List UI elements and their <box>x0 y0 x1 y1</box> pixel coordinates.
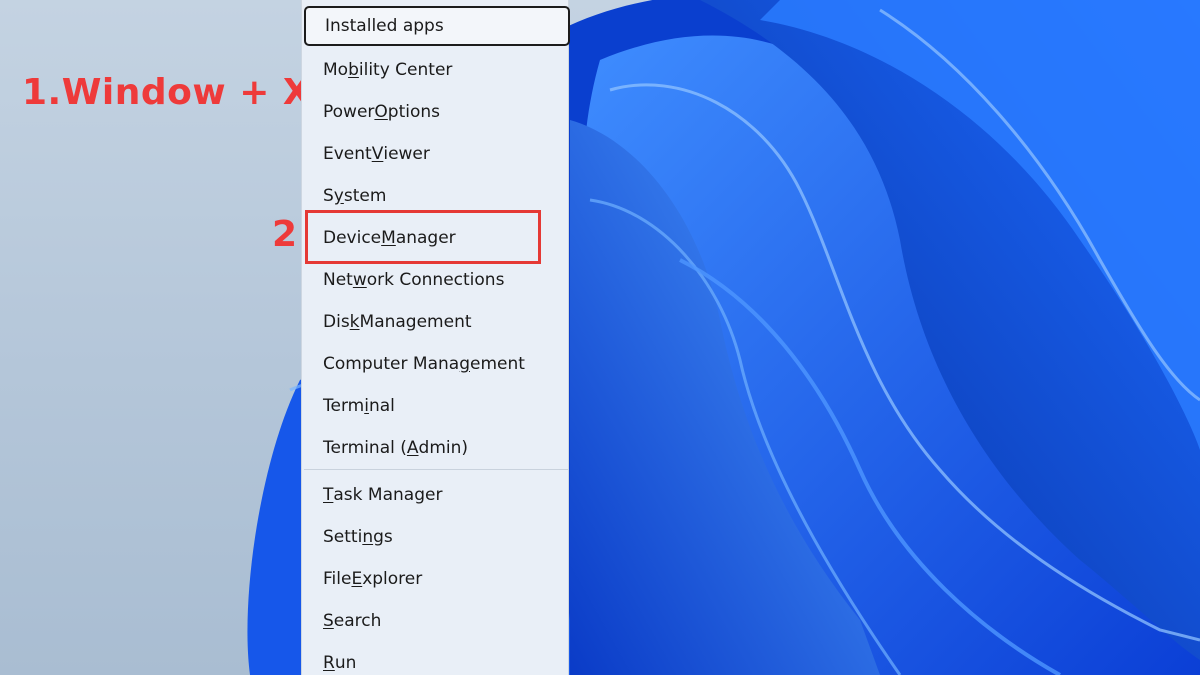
label-accelerator: b <box>348 60 359 80</box>
label-post: stem <box>343 186 387 206</box>
label-post: Management <box>359 312 472 332</box>
label-accelerator: E <box>351 569 363 589</box>
label-post: iewer <box>383 144 430 164</box>
label-accelerator: R <box>323 653 335 673</box>
label-pre: Term <box>323 396 365 416</box>
menu-item-file-explorer[interactable]: File Explorer <box>304 558 568 600</box>
label-pre: Event <box>323 144 372 164</box>
menu-item-event-viewer[interactable]: Event Viewer <box>304 133 568 175</box>
menu-separator <box>304 469 568 470</box>
label-pre: S <box>323 186 334 206</box>
label-post: gs <box>373 527 393 547</box>
menu-item-disk-management[interactable]: Dis k Management <box>304 301 568 343</box>
label-post: un <box>334 653 357 673</box>
step1-annotation: 1.Window + X <box>22 72 312 113</box>
label-accelerator: n <box>362 527 374 547</box>
label-pre: Computer Mana <box>323 354 460 374</box>
label-post: ility Center <box>358 60 453 80</box>
label-post: ptions <box>387 102 441 122</box>
device-manager-highlight <box>305 210 541 264</box>
label-pre: File <box>323 569 352 589</box>
menu-item-label: Installed apps <box>325 16 444 36</box>
label-post: ement <box>470 354 525 374</box>
label-accelerator: T <box>323 485 334 505</box>
menu-item-installed-apps[interactable]: Installed apps <box>304 6 570 46</box>
menu-item-mobility-center[interactable]: Mo b ility Center <box>304 49 568 91</box>
label-accelerator: w <box>352 270 367 290</box>
label-pre: Power <box>323 102 375 122</box>
power-user-menu: Installed apps Mo b ility Center Power Opt… <box>301 0 570 675</box>
menu-item-search[interactable]: Search <box>304 600 568 642</box>
label-pre: Dis <box>323 312 350 332</box>
label-pre: Net <box>323 270 353 290</box>
label-post: ork Connections <box>366 270 505 290</box>
menu-item-settings[interactable]: Setti n gs <box>304 516 568 558</box>
label-accelerator: k <box>349 312 360 332</box>
menu-item-power-options[interactable]: Power Options <box>304 91 568 133</box>
label-post: nal <box>368 396 395 416</box>
menu-item-terminal-admin[interactable]: Terminal (Admin) <box>304 427 568 469</box>
label-post: xplorer <box>362 569 423 589</box>
label-accelerator: g <box>459 354 470 374</box>
step2-annotation: 2 <box>272 214 298 255</box>
menu-item-network-connections[interactable]: Net w ork Connections <box>304 259 568 301</box>
label-pre: Mo <box>323 60 349 80</box>
menu-item-task-manager[interactable]: Task Manager <box>304 474 568 516</box>
label-accelerator: O <box>374 102 388 122</box>
menu-item-computer-management[interactable]: Computer Mana g ement <box>304 343 568 385</box>
menu-item-terminal[interactable]: Term i nal <box>304 385 568 427</box>
label-pre: Setti <box>323 527 363 547</box>
label-accelerator: A <box>406 438 419 458</box>
label-post: earch <box>333 611 382 631</box>
label-post: dmin) <box>418 438 469 458</box>
label-post: ask Manager <box>333 485 443 505</box>
label-accelerator: y <box>333 186 344 206</box>
label-pre: Terminal ( <box>323 438 407 458</box>
label-accelerator: S <box>323 611 334 631</box>
menu-item-run[interactable]: Run <box>304 642 568 675</box>
label-accelerator: V <box>371 144 384 164</box>
